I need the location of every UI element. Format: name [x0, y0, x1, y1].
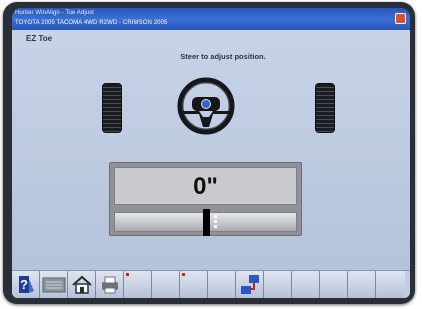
toolbar-blank-button[interactable]	[208, 271, 236, 298]
instruction-text: Steer to adjust position.	[180, 52, 266, 61]
toolbar-blank-button[interactable]	[320, 271, 348, 298]
main-content: EZ Toe Steer to adjust position. 0"	[12, 30, 410, 287]
left-tire-icon	[102, 83, 122, 133]
toe-value-display: 0"	[114, 167, 297, 205]
window-subtitle: TOYOTA 2005 TACOMA 4WD R2WD - CRIMSON 20…	[15, 20, 168, 26]
svg-text:?: ?	[20, 277, 28, 292]
title-bar: Hunter WinAlign - Toe Adjust TOYOTA 2005…	[12, 8, 410, 30]
toolbar-blank-button[interactable]	[152, 271, 180, 298]
home-icon	[72, 275, 92, 294]
page-title: EZ Toe	[26, 34, 53, 43]
window-close-button[interactable]	[395, 13, 406, 24]
window-title: Hunter WinAlign - Toe Adjust	[15, 10, 95, 16]
toe-position-bar	[114, 209, 297, 236]
toolbar-print-button[interactable]	[96, 271, 124, 298]
bottom-toolbar: ?	[12, 270, 410, 298]
toolbar-blank-button[interactable]	[264, 271, 292, 298]
app-window: Hunter WinAlign - Toe Adjust TOYOTA 2005…	[12, 8, 410, 298]
toolbar-network-button[interactable]	[236, 271, 264, 298]
keyboard-icon	[42, 277, 66, 293]
toolbar-blank-button[interactable]	[348, 271, 376, 298]
help-icon: ?	[19, 276, 34, 293]
toe-needle	[203, 209, 210, 236]
toolbar-blank-button[interactable]	[292, 271, 320, 298]
toe-gauge: 0"	[109, 162, 302, 236]
toolbar-blank-button[interactable]	[124, 271, 152, 298]
steering-wheel-icon	[177, 77, 235, 135]
toe-target-tick	[214, 215, 217, 229]
toolbar-home-button[interactable]	[68, 271, 96, 298]
right-tire-icon	[315, 83, 335, 133]
printer-icon	[102, 276, 118, 294]
toolbar-help-button[interactable]: ?	[12, 271, 40, 298]
toolbar-blank-button[interactable]	[180, 271, 208, 298]
toolbar-keyboard-button[interactable]	[40, 271, 68, 298]
network-icon	[241, 275, 259, 294]
toolbar-blank-button[interactable]	[376, 271, 405, 298]
